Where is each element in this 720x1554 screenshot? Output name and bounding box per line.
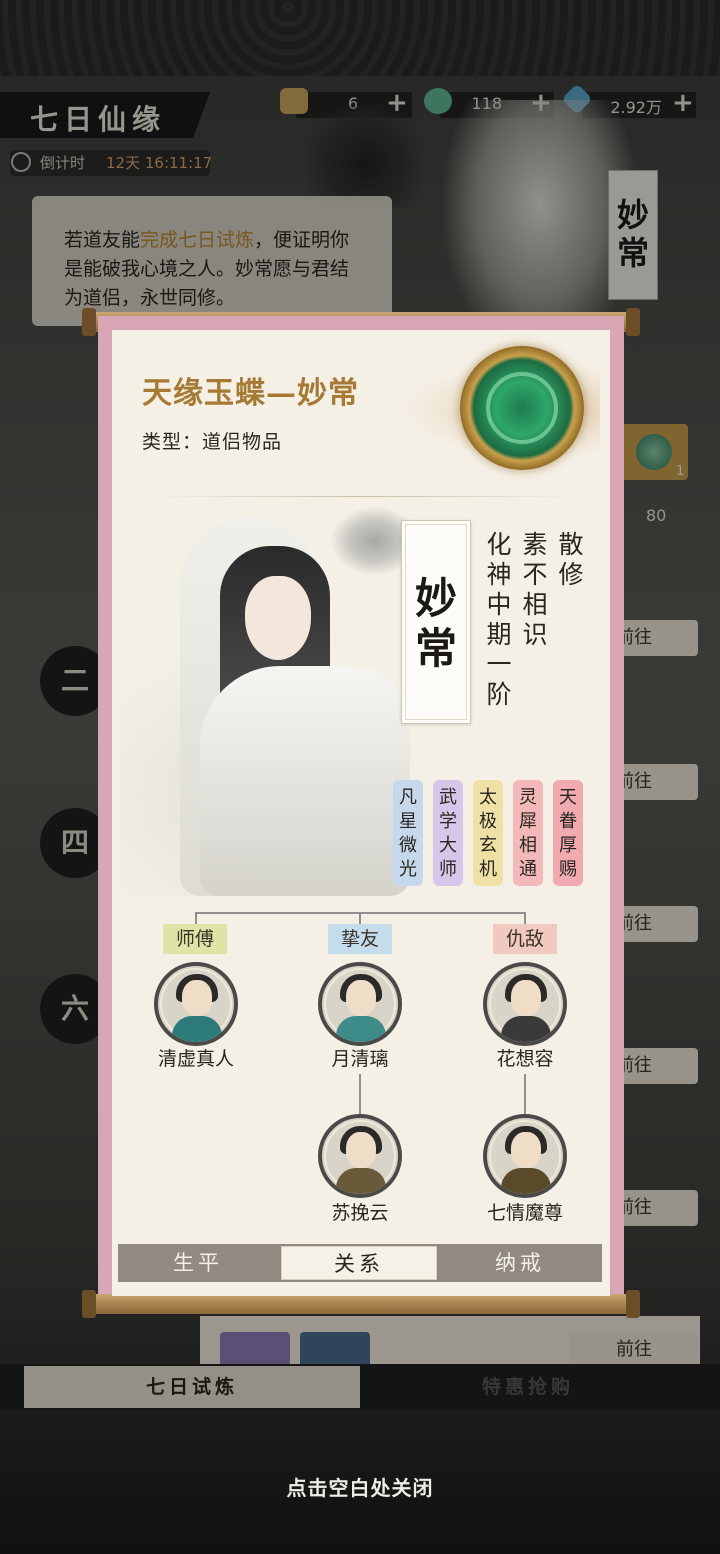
avatar-suwanyun[interactable] xyxy=(318,1114,402,1198)
avatar-qingxu[interactable] xyxy=(154,962,238,1046)
character-portrait xyxy=(120,506,420,896)
avatar-yueqingli[interactable] xyxy=(318,962,402,1046)
trait-tag[interactable]: 武学大师 xyxy=(433,780,463,886)
relation-line xyxy=(359,912,361,924)
item-title: 天缘玉蝶—妙常 xyxy=(142,376,359,411)
character-name-label: 花想容 xyxy=(496,1048,554,1070)
avatar-qiqingmozun[interactable] xyxy=(483,1114,567,1198)
trait-tag[interactable]: 天眷厚赐 xyxy=(553,780,583,886)
trait-tag[interactable]: 太极玄机 xyxy=(473,780,503,886)
tab-biography[interactable]: 生平 xyxy=(120,1246,276,1280)
relation-label-master: 师傅 xyxy=(163,924,227,954)
character-name-label: 七情魔尊 xyxy=(486,1202,563,1224)
character-name-label: 清虚真人 xyxy=(157,1048,234,1070)
item-type: 类型：道侣物品 xyxy=(142,431,283,453)
character-name-label: 苏挽云 xyxy=(331,1202,389,1224)
relation-line xyxy=(524,1074,526,1118)
attribute-sect: 散修 xyxy=(558,530,584,589)
attribute-relationship: 素不相识 xyxy=(522,530,548,649)
trait-tag[interactable]: 灵犀相通 xyxy=(513,780,543,886)
relation-line xyxy=(524,912,526,924)
relation-line xyxy=(195,912,197,924)
divider xyxy=(150,496,580,497)
attribute-realm: 化神中期一阶 xyxy=(486,530,512,709)
jade-pendant-pattern xyxy=(486,372,558,444)
character-name-label: 月清璃 xyxy=(331,1048,389,1070)
scroll-rod-bottom xyxy=(82,1290,640,1318)
avatar-huaxiangrong[interactable] xyxy=(483,962,567,1046)
character-name: 妙常 xyxy=(414,574,457,673)
relation-line xyxy=(359,1074,361,1118)
tab-relations[interactable]: 关系 xyxy=(281,1246,437,1280)
relation-label-enemy: 仇敌 xyxy=(493,924,557,954)
close-hint: 点击空白处关闭 xyxy=(286,1476,434,1500)
relation-label-friend: 挚友 xyxy=(328,924,392,954)
trait-tag[interactable]: 凡星微光 xyxy=(393,780,423,886)
tab-storage-ring[interactable]: 纳戒 xyxy=(442,1246,598,1280)
